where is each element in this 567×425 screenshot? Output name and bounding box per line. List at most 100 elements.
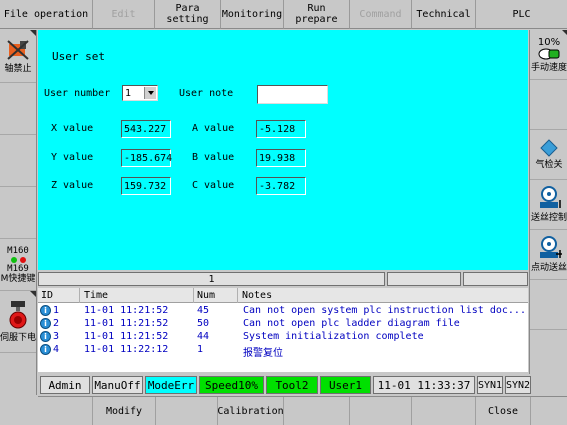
header-divider (193, 288, 194, 303)
user-number-select[interactable]: 1 (122, 85, 158, 101)
chevron-down-icon[interactable] (144, 87, 156, 99)
status-syn2[interactable]: SYN2 (505, 376, 531, 394)
menu-technical-label: Technical (416, 8, 471, 20)
wire-feed-control-button[interactable]: 送丝控制 (530, 180, 567, 230)
menu-plc[interactable]: PLC (476, 0, 567, 29)
bottom-empty-button-5[interactable] (412, 397, 476, 425)
status-speed[interactable]: Speed10% (199, 376, 264, 394)
servo-power-icon (9, 301, 27, 329)
speed-icon (538, 48, 560, 59)
alarm-log-table: ID Time Num Notes i 1 11-01 11:21:52 45 … (38, 288, 528, 372)
menu-monitoring[interactable]: Monitoring (221, 0, 284, 29)
m-shortcut-button[interactable]: M160 M169 M快捷键 (0, 239, 36, 291)
gas-check-button[interactable]: 气检关 (530, 130, 567, 180)
bottom-empty-button-2[interactable] (156, 397, 218, 425)
log-header: ID Time Num Notes (38, 288, 528, 303)
servo-off-button[interactable]: 伺服下电 (0, 291, 36, 353)
servo-off-label: 伺服下电 (0, 333, 37, 343)
x-value-label: X value (51, 122, 94, 134)
left-empty-button-2[interactable] (0, 135, 36, 187)
strip-cell-3 (463, 272, 528, 286)
right-empty-button-1[interactable] (530, 80, 567, 130)
inch-wire-icon (540, 236, 562, 258)
row-id: 4 (53, 344, 60, 355)
b-value-field[interactable]: 19.938 (256, 149, 306, 167)
manual-speed-label: 手动速度 (530, 62, 567, 73)
left-empty-button-1[interactable] (0, 83, 36, 135)
b-value-label: B value (192, 151, 235, 163)
strip-cell-1: 1 (38, 272, 385, 286)
row-num: 45 (197, 305, 210, 316)
wire-feed-icon (540, 186, 561, 208)
bottom-empty-button-1[interactable] (38, 397, 93, 425)
user-number-value: 1 (125, 87, 132, 99)
right-empty-button-2[interactable] (530, 280, 567, 330)
x-value-field[interactable]: 543.227 (121, 120, 171, 138)
menu-plc-label: PLC (512, 8, 531, 20)
c-value-field[interactable]: -3.782 (256, 177, 306, 195)
status-syn1-label: SYN1 (477, 379, 503, 391)
menu-file-operation[interactable]: File operation (0, 0, 93, 29)
calibration-button[interactable]: Calibration (217, 397, 284, 425)
row-time: 11-01 11:21:52 (84, 318, 169, 329)
strip-cell-2 (387, 272, 461, 286)
right-sidebar: 10% 手动速度 气检关 送丝控制 点动送丝 (529, 30, 567, 395)
status-clock: 11-01 11:33:37 (373, 376, 475, 394)
y-value-field[interactable]: -185.674 (121, 149, 172, 167)
bottom-empty-button-3[interactable] (284, 397, 350, 425)
menu-technical[interactable]: Technical (412, 0, 476, 29)
top-menu-bar: File operation Edit Para setting Monitor… (0, 0, 567, 29)
info-icon: i (40, 344, 51, 355)
status-tool-label: Tool2 (275, 378, 309, 392)
manual-speed-button[interactable]: 10% 手动速度 (530, 30, 567, 80)
axis-forbid-label: 轴禁止 (4, 63, 32, 74)
gas-check-icon (540, 139, 558, 157)
row-num: 50 (197, 318, 210, 329)
status-tool[interactable]: Tool2 (266, 376, 318, 394)
bottom-empty-button-6[interactable] (531, 397, 567, 425)
a-value-label: A value (192, 122, 235, 134)
user-note-label: User note (179, 87, 234, 99)
row-id: 2 (53, 318, 60, 329)
calibration-button-label: Calibration (217, 405, 284, 417)
modify-button-label: Modify (105, 405, 143, 417)
header-time: Time (84, 290, 109, 301)
header-divider (237, 288, 238, 303)
axis-forbid-button[interactable]: 轴禁止 (0, 30, 36, 83)
z-value-field[interactable]: 159.732 (121, 177, 171, 195)
info-icon: i (40, 305, 51, 316)
menu-para-setting[interactable]: Para setting (155, 0, 221, 29)
row-id: 1 (53, 305, 60, 316)
menu-run-prepare[interactable]: Run prepare (284, 0, 350, 29)
menu-command[interactable]: Command (350, 0, 412, 29)
close-button[interactable]: Close (476, 397, 531, 425)
status-clock-label: 11-01 11:33:37 (377, 378, 471, 392)
c-value-label: C value (192, 179, 235, 191)
row-note: 报警复位 (243, 348, 283, 359)
shortcut-label: M快捷键 (0, 273, 36, 284)
corner-marker (30, 30, 36, 36)
axis-forbid-icon (7, 39, 29, 60)
bottom-empty-button-4[interactable] (350, 397, 412, 425)
row-num: 44 (197, 331, 210, 342)
m169-label: M169 (7, 263, 29, 274)
table-row[interactable]: i 4 11-01 11:22:12 1 报警复位 (38, 344, 528, 359)
modify-button[interactable]: Modify (93, 397, 156, 425)
left-empty-button-3[interactable] (0, 187, 36, 239)
user-note-input[interactable] (257, 85, 328, 104)
status-user[interactable]: User1 (320, 376, 371, 394)
inch-wire-feed-button[interactable]: 点动送丝 (530, 230, 567, 280)
menu-edit[interactable]: Edit (93, 0, 155, 29)
menu-monitoring-label: Monitoring (221, 8, 283, 20)
table-row[interactable]: i 3 11-01 11:21:52 44 System initializat… (38, 331, 528, 344)
a-value-field[interactable]: -5.128 (256, 120, 306, 138)
status-admin[interactable]: Admin (40, 376, 90, 394)
status-manu-off[interactable]: ManuOff (92, 376, 143, 394)
table-row[interactable]: i 1 11-01 11:21:52 45 Can not open syste… (38, 305, 528, 318)
status-mode-err[interactable]: ModeErr (145, 376, 197, 394)
row-note: Can not open plc ladder diagram file (243, 318, 460, 329)
table-row[interactable]: i 2 11-01 11:21:52 50 Can not open plc l… (38, 318, 528, 331)
status-syn1[interactable]: SYN1 (477, 376, 503, 394)
status-syn2-label: SYN2 (505, 379, 531, 391)
left-empty-button-4[interactable] (0, 353, 36, 395)
